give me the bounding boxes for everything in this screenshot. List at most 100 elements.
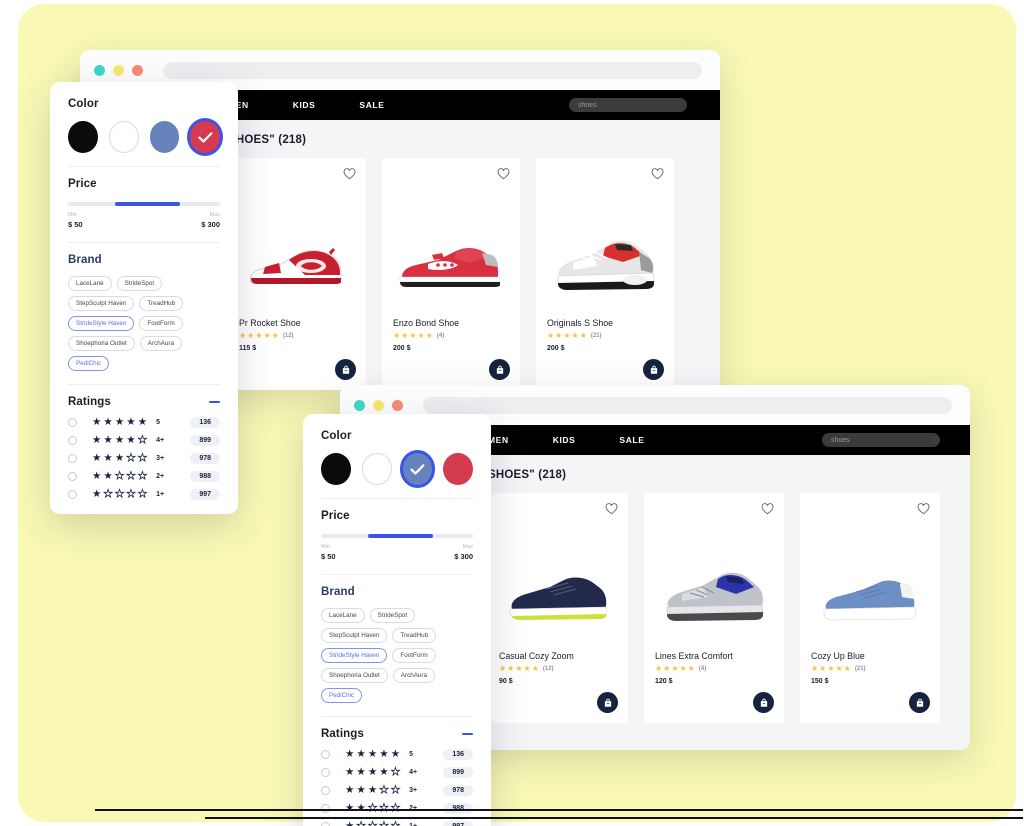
brand-chip-treadhub[interactable]: TreadHub [392, 628, 437, 643]
color-swatch-red[interactable] [190, 121, 221, 153]
traffic-light-green-icon[interactable] [94, 64, 105, 76]
product-card[interactable]: Pr Rocket Shoe ★ ★ ★ ★ ★ (12) 115 $ [228, 158, 366, 390]
product-image [382, 236, 520, 296]
add-to-cart-button[interactable] [643, 359, 664, 380]
traffic-light-yellow-icon[interactable] [373, 399, 384, 411]
product-rating: ★ ★ ★ ★ ★ (12) [499, 664, 554, 673]
rating-row[interactable]: ★ ★ ★ ★ ★ 4+ 899 [321, 767, 473, 778]
rating-row[interactable]: ★ ★ ★ ★ ★ 5 136 [68, 417, 220, 428]
product-card[interactable]: Enzo Bond Shoe ★ ★ ★ ★ ★ (4) 200 $ [382, 158, 520, 390]
product-card[interactable]: Originals S Shoe ★ ★ ★ ★ ★ (21) 200 $ [536, 158, 674, 390]
brand-chip-footform[interactable]: FootForm [139, 316, 183, 331]
brand-chip-archaura[interactable]: ArchAura [392, 668, 436, 683]
rating-count: 899 [190, 435, 220, 446]
rating-row[interactable]: ★★★★★ 1+ 997 [68, 489, 220, 500]
rating-row[interactable]: ★ ★ ★ ★ ★ 4+ 899 [68, 435, 220, 446]
rating-count: 899 [443, 767, 473, 778]
wishlist-heart-icon[interactable] [917, 502, 930, 515]
product-info: Enzo Bond Shoe ★ ★ ★ ★ ★ (4) 200 $ [393, 318, 512, 352]
color-swatch-black[interactable] [68, 121, 98, 153]
product-title: Cozy Up Blue [811, 651, 865, 661]
nav-link-sale[interactable]: SALE [359, 100, 384, 110]
product-rating: ★ ★ ★ ★ ★ (4) [393, 331, 445, 340]
traffic-light-red-icon[interactable] [392, 399, 403, 411]
brand-chip-lacelane[interactable]: LaceLane [321, 608, 365, 623]
brand-chip-shoephoria-outlet[interactable]: Shoephoria Outlet [68, 336, 135, 351]
product-rating: ★ ★ ★ ★ ★ (12) [239, 331, 294, 340]
brand-chip-archaura[interactable]: ArchAura [139, 336, 183, 351]
rating-row[interactable]: ★ ★ ★ ★ ★ 3+ 978 [321, 785, 473, 796]
nav-link-kids[interactable]: KIDS [553, 435, 576, 445]
slider-fill [368, 534, 434, 538]
rating-radio[interactable] [321, 786, 330, 795]
brand-chip-stridespot[interactable]: StrideSpot [369, 608, 416, 623]
rating-radio[interactable] [68, 436, 77, 445]
add-to-cart-button[interactable] [909, 692, 930, 713]
product-info: Casual Cozy Zoom ★ ★ ★ ★ ★ (12) 90 $ [499, 651, 620, 685]
brand-chip-shoephoria-outlet[interactable]: Shoephoria Outlet [321, 668, 388, 683]
color-swatch-group [68, 121, 221, 153]
brand-chip-pedichic[interactable]: PediChic [321, 688, 363, 703]
add-to-cart-button[interactable] [597, 692, 618, 713]
rating-radio[interactable] [68, 418, 77, 427]
add-to-cart-button[interactable] [753, 692, 774, 713]
rating-radio[interactable] [321, 750, 330, 759]
rating-count: 988 [190, 471, 220, 482]
shopping-bag-icon [760, 698, 767, 707]
wishlist-heart-icon[interactable] [651, 167, 664, 180]
url-bar-front[interactable] [423, 396, 952, 414]
wishlist-heart-icon[interactable] [761, 502, 774, 515]
shopping-bag-icon [496, 365, 503, 374]
color-swatch-blue[interactable] [149, 121, 180, 153]
product-card[interactable]: Cozy Up Blue ★ ★ ★ ★ ★ (21) 150 $ [800, 493, 940, 723]
product-card[interactable]: Casual Cozy Zoom ★ ★ ★ ★ ★ (12) 90 $ [488, 493, 628, 723]
nav-link-sale[interactable]: SALE [619, 435, 644, 445]
brand-chip-stepsculpt-haven[interactable]: StepSculpt Haven [321, 628, 388, 643]
rating-radio[interactable] [321, 822, 330, 826]
collapse-minus-icon[interactable] [209, 401, 220, 403]
color-swatch-white[interactable] [361, 453, 392, 485]
brand-chip-pedichic[interactable]: PediChic [68, 356, 110, 371]
color-swatch-red[interactable] [443, 453, 474, 485]
color-swatch-black[interactable] [321, 453, 351, 485]
brand-chip-stridestyle-haven[interactable]: StrideStyle Haven [68, 316, 135, 331]
rating-count: 136 [443, 749, 473, 760]
color-swatch-blue[interactable] [402, 453, 433, 485]
nav-link-kids[interactable]: KIDS [293, 100, 316, 110]
url-bar-back[interactable] [163, 61, 702, 79]
product-card[interactable]: Lines Extra Comfort ★ ★ ★ ★ ★ (4) 120 $ [644, 493, 784, 723]
brand-chip-stepsculpt-haven[interactable]: StepSculpt Haven [68, 296, 135, 311]
collapse-minus-icon[interactable] [462, 733, 473, 735]
price-min-label: Min [321, 544, 330, 550]
rating-radio[interactable] [68, 472, 77, 481]
rating-row[interactable]: ★ ★ ★ ★ ★ 5 136 [321, 749, 473, 760]
price-range-slider[interactable] [321, 534, 473, 538]
rating-radio[interactable] [321, 768, 330, 777]
brand-section-heading: Brand [68, 254, 102, 266]
rating-radio[interactable] [68, 454, 77, 463]
brand-chip-lacelane[interactable]: LaceLane [68, 276, 112, 291]
search-input-back[interactable]: shoes [569, 98, 687, 112]
price-range-slider[interactable] [68, 202, 220, 206]
brand-chip-stridestyle-haven[interactable]: StrideStyle Haven [321, 648, 388, 663]
rating-radio[interactable] [68, 490, 77, 499]
wishlist-heart-icon[interactable] [497, 167, 510, 180]
product-image [644, 565, 784, 629]
brand-chip-stridespot[interactable]: StrideSpot [116, 276, 163, 291]
brand-chip-treadhub[interactable]: TreadHub [139, 296, 184, 311]
brand-chip-footform[interactable]: FootForm [392, 648, 436, 663]
nav-links-back: MEN KIDS SALE [228, 100, 385, 110]
add-to-cart-button[interactable] [489, 359, 510, 380]
rating-row[interactable]: ★★★★★ 2+ 988 [68, 471, 220, 482]
wishlist-heart-icon[interactable] [343, 167, 356, 180]
add-to-cart-button[interactable] [335, 359, 356, 380]
traffic-light-green-icon[interactable] [354, 399, 365, 411]
traffic-light-red-icon[interactable] [132, 64, 143, 76]
rating-row[interactable]: ★ ★ ★ ★ ★ 3+ 978 [68, 453, 220, 464]
nav-link-men[interactable]: MEN [488, 435, 509, 445]
rating-row[interactable]: ★★★★★ 1+ 997 [321, 821, 473, 826]
color-swatch-white[interactable] [108, 121, 139, 153]
traffic-light-yellow-icon[interactable] [113, 64, 124, 76]
wishlist-heart-icon[interactable] [605, 502, 618, 515]
search-input-front[interactable]: shoes [822, 433, 940, 447]
